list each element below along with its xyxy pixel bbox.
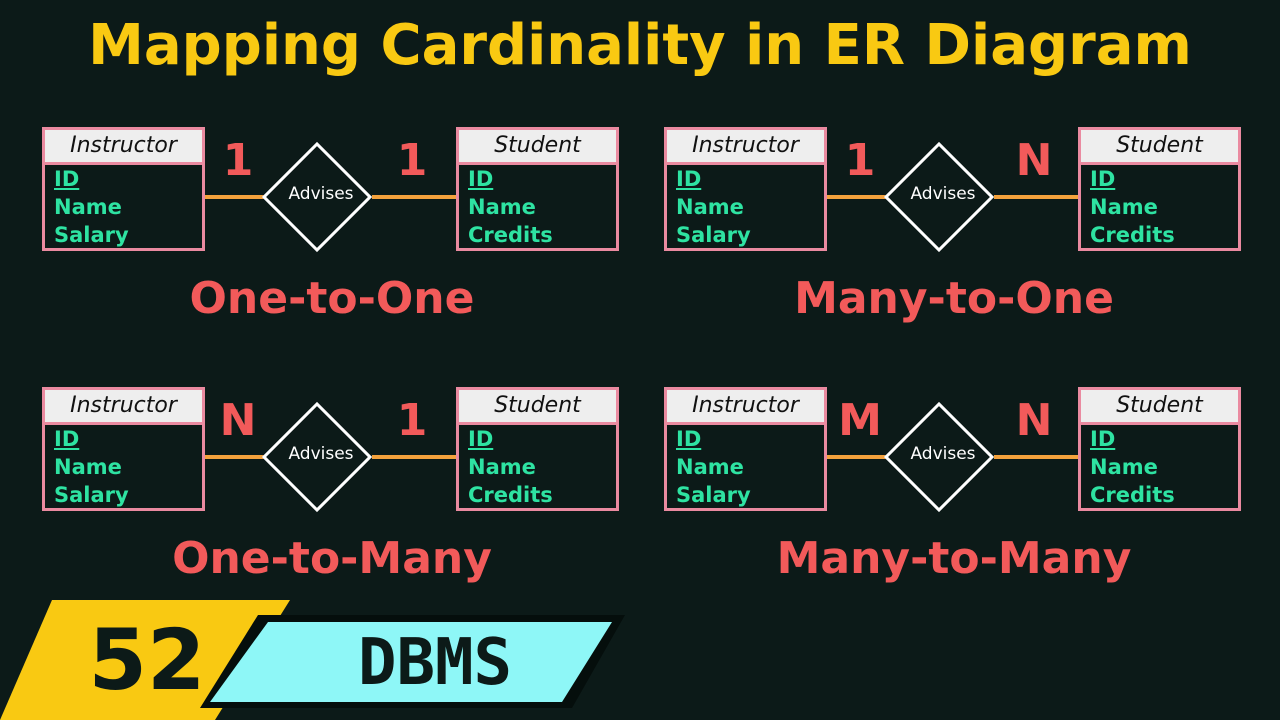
connector-line <box>372 195 458 199</box>
right-entity: Student ID Name Credits <box>456 127 619 251</box>
primary-key-attribute: ID <box>468 167 494 191</box>
primary-key-attribute: ID <box>54 167 80 191</box>
attribute: Name <box>468 455 536 479</box>
entity-name: Student <box>459 390 616 425</box>
attribute: Salary <box>54 483 129 507</box>
left-cardinality: M <box>838 395 882 446</box>
connector-line <box>994 195 1080 199</box>
primary-key-attribute: ID <box>468 427 494 451</box>
right-cardinality: N <box>1015 135 1053 186</box>
subject-label: DBMS <box>357 626 513 700</box>
entity-name: Student <box>1081 130 1238 165</box>
primary-key-attribute: ID <box>676 167 702 191</box>
attribute: Salary <box>54 223 129 247</box>
attribute: Name <box>1090 195 1158 219</box>
right-cardinality: 1 <box>396 395 428 446</box>
entity-name: Instructor <box>667 130 824 165</box>
left-cardinality: N <box>219 395 257 446</box>
left-entity: Instructor ID Name Salary <box>664 387 827 511</box>
relationship-label: Advises <box>910 184 976 204</box>
right-cardinality: N <box>1015 395 1053 446</box>
er-diagram: Instructor ID Name Salary Student ID Name Cr… <box>42 387 622 617</box>
entity-name: Instructor <box>45 390 202 425</box>
left-entity: Instructor ID Name Salary <box>664 127 827 251</box>
attribute: Name <box>676 195 744 219</box>
entity-name: Student <box>459 130 616 165</box>
attribute: Credits <box>468 223 553 247</box>
attribute: Credits <box>1090 223 1175 247</box>
relationship-label: Advises <box>288 444 354 464</box>
entity-name: Instructor <box>45 130 202 165</box>
attribute: Salary <box>676 223 751 247</box>
entity-name: Instructor <box>667 390 824 425</box>
left-entity: Instructor ID Name Salary <box>42 127 205 251</box>
episode-number: 52 <box>88 611 206 709</box>
attribute: Name <box>54 195 122 219</box>
right-entity: Student ID Name Credits <box>456 387 619 511</box>
attribute: Credits <box>1090 483 1175 507</box>
right-entity: Student ID Name Credits <box>1078 127 1241 251</box>
connector-line <box>372 455 458 459</box>
primary-key-attribute: ID <box>1090 167 1116 191</box>
left-cardinality: 1 <box>222 135 254 186</box>
primary-key-attribute: ID <box>676 427 702 451</box>
primary-key-attribute: ID <box>1090 427 1116 451</box>
attribute: Name <box>54 455 122 479</box>
page-title: Mapping Cardinality in ER Diagram <box>88 13 1192 78</box>
attribute: Name <box>1090 455 1158 479</box>
cardinality-caption: Many-to-Many <box>776 533 1132 584</box>
connector-line <box>994 455 1080 459</box>
right-cardinality: 1 <box>396 135 428 186</box>
er-diagram: Instructor ID Name Salary Student ID Name Cr… <box>664 387 1244 617</box>
cardinality-caption: Many-to-One <box>794 273 1114 324</box>
er-diagram: Instructor ID Name Salary Student ID Name Cr… <box>42 127 622 357</box>
relationship-label: Advises <box>288 184 354 204</box>
entity-name: Student <box>1081 390 1238 425</box>
left-entity: Instructor ID Name Salary <box>42 387 205 511</box>
left-cardinality: 1 <box>844 135 876 186</box>
right-entity: Student ID Name Credits <box>1078 387 1241 511</box>
primary-key-attribute: ID <box>54 427 80 451</box>
attribute: Salary <box>676 483 751 507</box>
attribute: Credits <box>468 483 553 507</box>
er-diagram: Instructor ID Name Salary Student ID Name Cr… <box>664 127 1244 357</box>
relationship-label: Advises <box>910 444 976 464</box>
attribute: Name <box>676 455 744 479</box>
cardinality-caption: One-to-One <box>189 273 475 324</box>
attribute: Name <box>468 195 536 219</box>
cardinality-caption: One-to-Many <box>172 533 492 584</box>
